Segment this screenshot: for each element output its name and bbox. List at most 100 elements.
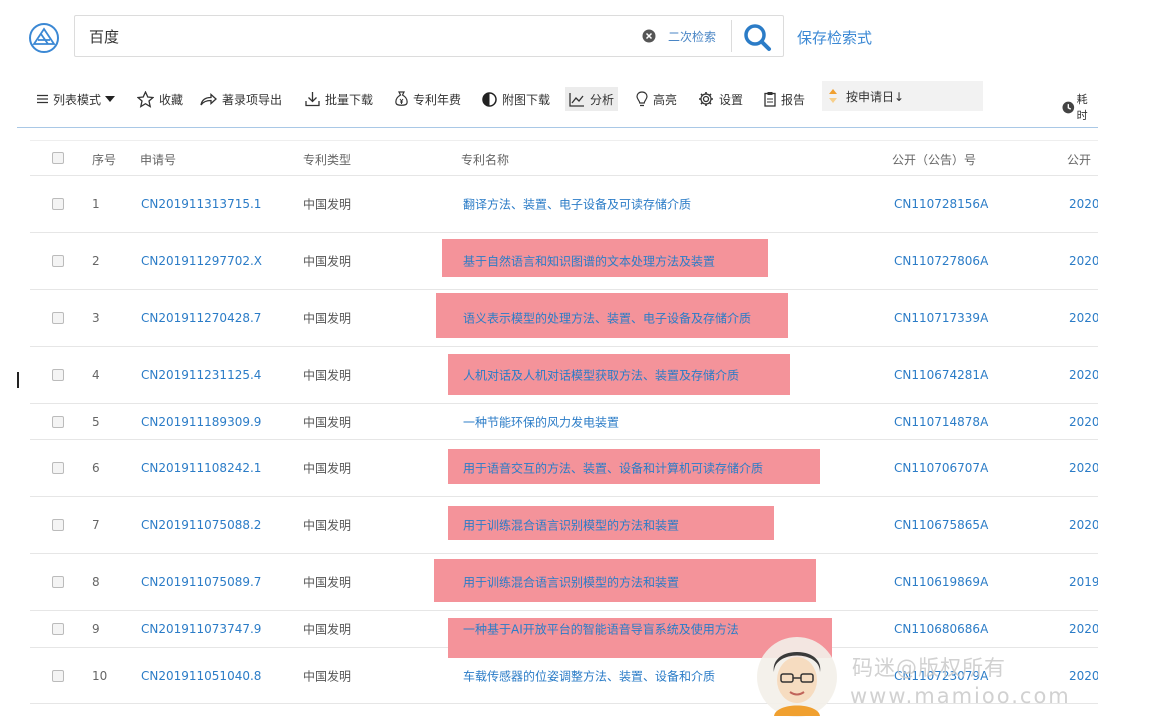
table-row: 8 CN201911075089.7 中国发明 用于训练混合语言识别模型的方法和装置 C… (30, 554, 1098, 611)
sort-dropdown[interactable]: 按申请日↓ (822, 81, 983, 111)
save-query-link[interactable]: 保存检索式 (797, 27, 872, 48)
table-row: 7 CN201911075088.2 中国发明 用于训练混合语言识别模型的方法和装置 C… (30, 497, 1098, 554)
publication-date[interactable]: 2020 (1069, 311, 1098, 325)
report-button[interactable]: 报告 (764, 87, 805, 111)
analysis-button[interactable]: 分析 (565, 87, 619, 111)
application-number-link[interactable]: CN201911073747.9 (141, 622, 261, 636)
header-pub-date[interactable]: 公开 (1067, 151, 1091, 168)
table-body: 1 CN201911313715.1 中国发明 翻译方法、装置、电子设备及可读存储介质… (30, 176, 1098, 704)
row-checkbox[interactable] (52, 369, 64, 381)
publication-number-link[interactable]: CN110674281A (894, 368, 988, 382)
figure-download-label: 附图下载 (502, 92, 551, 107)
publication-date[interactable]: 2020 (1069, 518, 1098, 532)
patent-title-link[interactable]: 基于自然语言和知识图谱的文本处理方法及装置 (463, 253, 715, 270)
publication-date[interactable]: 2020 (1069, 254, 1098, 268)
favorite-label: 收藏 (159, 92, 184, 107)
caret-down-icon (105, 96, 116, 102)
export-label: 著录项导出 (222, 92, 283, 107)
settings-button[interactable]: 设置 (698, 87, 743, 111)
row-checkbox[interactable] (52, 198, 64, 210)
application-number-link[interactable]: CN201911075089.7 (141, 575, 261, 589)
publication-number-link[interactable]: CN110706707A (894, 461, 988, 475)
search-box: 二次检索 (74, 15, 784, 57)
annual-fee-button[interactable]: 专利年费 (395, 87, 461, 111)
application-number-link[interactable]: CN201911313715.1 (141, 197, 261, 211)
publication-number-link[interactable]: CN110675865A (894, 518, 988, 532)
patent-title-link[interactable]: 语义表示模型的处理方法、装置、电子设备及存储介质 (463, 310, 751, 327)
patent-title-link[interactable]: 人机对话及人机对话模型获取方法、装置及存储介质 (463, 367, 739, 384)
patent-type: 中国发明 (303, 575, 352, 590)
header-app-no[interactable]: 申请号 (140, 151, 176, 168)
star-icon (137, 90, 154, 108)
header-type[interactable]: 专利类型 (303, 151, 351, 168)
share-arrow-icon (200, 92, 217, 105)
settings-label: 设置 (719, 92, 744, 107)
patent-title-link[interactable]: 用于训练混合语言识别模型的方法和装置 (463, 574, 679, 591)
row-number: 1 (92, 197, 100, 211)
application-number-link[interactable]: CN201911075088.2 (141, 518, 261, 532)
patent-search-page: 二次检索 保存检索式 列表模式 收藏 著录项导出 批量下载 专利年费 (0, 0, 1168, 721)
batch-download-button[interactable]: 批量下载 (305, 87, 373, 111)
publication-number-link[interactable]: CN110680686A (894, 622, 988, 636)
publication-date[interactable]: 2019 (1069, 575, 1098, 589)
publication-date[interactable]: 2020 (1069, 197, 1098, 211)
row-number: 4 (92, 368, 100, 382)
search-button[interactable] (741, 21, 775, 53)
report-label: 报告 (781, 92, 806, 107)
patent-title-link[interactable]: 一种基于AI开放平台的智能语音导盲系统及使用方法 (463, 621, 739, 638)
row-checkbox[interactable] (52, 255, 64, 267)
publication-number-link[interactable]: CN110728156A (894, 197, 988, 211)
batch-download-label: 批量下载 (325, 92, 374, 107)
favorite-button[interactable]: 收藏 (137, 87, 183, 111)
row-checkbox[interactable] (52, 623, 64, 635)
row-checkbox[interactable] (52, 576, 64, 588)
publication-date[interactable]: 2020 (1069, 669, 1098, 683)
row-checkbox[interactable] (52, 669, 64, 682)
publication-date[interactable]: 2020 (1069, 415, 1098, 429)
application-number-link[interactable]: CN201911051040.8 (141, 669, 261, 683)
export-button[interactable]: 著录项导出 (200, 87, 282, 111)
money-bag-icon (395, 91, 408, 106)
patent-title-link[interactable]: 用于训练混合语言识别模型的方法和装置 (463, 517, 679, 534)
header-pub-no[interactable]: 公开（公告）号 (892, 151, 976, 168)
patent-type: 中国发明 (303, 518, 352, 533)
application-number-link[interactable]: CN201911270428.7 (141, 311, 261, 325)
gear-icon (699, 92, 713, 106)
publication-date[interactable]: 2020 (1069, 368, 1098, 382)
list-mode-dropdown[interactable]: 列表模式 (37, 87, 116, 111)
row-checkbox[interactable] (52, 415, 64, 428)
application-number-link[interactable]: CN201911231125.4 (141, 368, 261, 382)
patent-title-link[interactable]: 车载传感器的位姿调整方法、装置、设备和介质 (463, 667, 715, 684)
search-input[interactable] (89, 16, 629, 56)
table-row: 1 CN201911313715.1 中国发明 翻译方法、装置、电子设备及可读存储介质… (30, 176, 1098, 233)
publication-date[interactable]: 2020 (1069, 622, 1098, 636)
publication-number-link[interactable]: CN110727806A (894, 254, 988, 268)
table-row: 4 CN201911231125.4 中国发明 人机对话及人机对话模型获取方法、装置及… (30, 347, 1098, 404)
site-logo-icon[interactable] (28, 22, 60, 54)
clear-search-icon[interactable] (642, 29, 656, 43)
publication-number-link[interactable]: CN110717339A (894, 311, 988, 325)
patent-title-link[interactable]: 用于语音交互的方法、装置、设备和计算机可读存储介质 (463, 460, 763, 477)
select-all-checkbox[interactable] (52, 152, 64, 164)
publication-number-link[interactable]: CN110714878A (894, 415, 988, 429)
row-checkbox[interactable] (52, 519, 64, 531)
application-number-link[interactable]: CN201911108242.1 (141, 461, 261, 475)
patent-type: 中国发明 (303, 197, 352, 212)
row-checkbox[interactable] (52, 462, 64, 474)
row-checkbox[interactable] (52, 312, 64, 324)
patent-title-link[interactable]: 翻译方法、装置、电子设备及可读存储介质 (463, 196, 691, 213)
patent-type: 中国发明 (303, 311, 352, 326)
header-title[interactable]: 专利名称 (461, 151, 509, 168)
patent-title-link[interactable]: 一种节能环保的风力发电装置 (463, 413, 619, 430)
search-divider (731, 20, 732, 52)
figure-download-button[interactable]: 附图下载 (482, 87, 550, 111)
application-number-link[interactable]: CN201911189309.9 (141, 415, 261, 429)
publication-number-link[interactable]: CN110619869A (894, 575, 988, 589)
cursor-marker (17, 372, 19, 388)
list-mode-label: 列表模式 (53, 92, 102, 107)
secondary-search-link[interactable]: 二次检索 (668, 28, 716, 45)
publication-date[interactable]: 2020 (1069, 461, 1098, 475)
application-number-link[interactable]: CN201911297702.X (141, 254, 262, 268)
highlight-button[interactable]: 高亮 (636, 87, 677, 111)
annual-fee-label: 专利年费 (413, 92, 462, 107)
